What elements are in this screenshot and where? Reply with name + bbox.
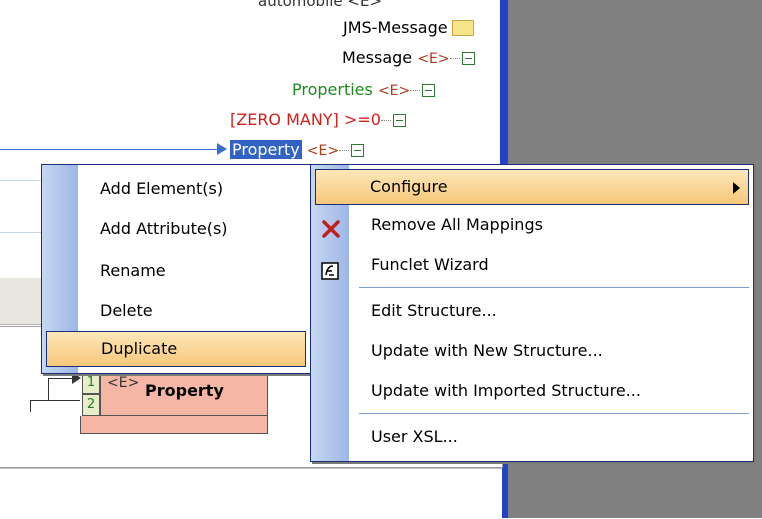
- tree-item-automobile[interactable]: automobile <E>: [258, 0, 382, 10]
- tree-item-properties[interactable]: Properties <E>: [292, 80, 436, 99]
- submenu-arrow-icon: [733, 182, 740, 194]
- menu-item-label: Update with Imported Structure...: [371, 381, 641, 400]
- menu-item-edit-structure[interactable]: Edit Structure...: [311, 291, 753, 331]
- funclet-icon: [321, 255, 339, 280]
- element-tag: <E>: [377, 83, 411, 99]
- tree-label-properties: Properties: [292, 80, 373, 99]
- menu-item-update-imported-structure[interactable]: Update with Imported Structure...: [311, 371, 753, 411]
- menu-item-duplicate[interactable]: Duplicate: [46, 331, 306, 367]
- menu-item-label: Duplicate: [101, 339, 178, 358]
- menu-item-label: Delete: [100, 301, 153, 320]
- tree-item-jms-message[interactable]: JMS-Message: [343, 18, 474, 37]
- element-tag: <E>: [417, 51, 450, 67]
- menu-item-add-elements[interactable]: Add Element(s): [42, 169, 310, 209]
- canvas-bottom-area: [0, 468, 502, 519]
- menu-item-rename[interactable]: Rename: [42, 251, 310, 291]
- collapse-icon[interactable]: [392, 114, 406, 127]
- menu-item-delete[interactable]: Delete: [42, 291, 310, 331]
- mapping-line: [0, 180, 44, 181]
- tree-label-zero-many: [ZERO MANY]: [230, 110, 339, 129]
- row-number: 1: [82, 372, 100, 394]
- context-menu-right: Configure Remove All Mappings Funclet Wi…: [310, 164, 754, 462]
- property-node-label: Property: [145, 381, 224, 400]
- menu-item-label: Add Attribute(s): [100, 219, 228, 238]
- menu-separator: [359, 287, 749, 288]
- element-tag: <E>: [107, 375, 140, 391]
- menu-item-label: Edit Structure...: [371, 301, 497, 320]
- menu-separator: [359, 413, 749, 414]
- tree-item-message[interactable]: Message <E>: [342, 48, 475, 67]
- menu-item-label: Funclet Wizard: [371, 255, 489, 274]
- property-node-footer: [80, 416, 268, 434]
- tree-label-cardinality: >=0: [343, 110, 381, 129]
- menu-item-label: Configure: [370, 177, 448, 196]
- mapping-arrow-line: [0, 149, 226, 150]
- menu-item-funclet-wizard[interactable]: Funclet Wizard: [311, 245, 753, 285]
- property-node[interactable]: <E> Property: [100, 372, 268, 416]
- connector-line: [30, 400, 80, 401]
- menu-item-label: User XSL...: [371, 427, 458, 446]
- menu-item-update-new-structure[interactable]: Update with New Structure...: [311, 331, 753, 371]
- collapse-icon[interactable]: [461, 52, 475, 65]
- menu-item-user-xsl[interactable]: User XSL...: [311, 417, 753, 457]
- menu-item-configure[interactable]: Configure: [315, 169, 749, 205]
- menu-item-add-attributes[interactable]: Add Attribute(s): [42, 209, 310, 249]
- menu-item-label: Rename: [100, 261, 166, 280]
- collapse-icon[interactable]: [422, 84, 436, 97]
- red-x-icon: [321, 214, 341, 238]
- connector-line: [30, 400, 31, 412]
- menu-item-label: Add Element(s): [100, 179, 224, 198]
- row-number: 2: [82, 394, 100, 416]
- menu-item-label: Remove All Mappings: [371, 215, 543, 234]
- tree-item-zero-many[interactable]: [ZERO MANY] >=0: [230, 110, 406, 129]
- menu-item-remove-all-mappings[interactable]: Remove All Mappings: [311, 205, 753, 245]
- tree-label-jms-message: JMS-Message: [343, 18, 448, 37]
- connector-line: [48, 378, 49, 400]
- folder-icon: [451, 19, 474, 36]
- context-menu-left: Add Element(s) Add Attribute(s) Rename D…: [41, 164, 311, 374]
- tree-item-property[interactable]: Property <E>: [230, 140, 365, 159]
- mapping-line: [0, 232, 44, 233]
- arrow-head-icon: [217, 143, 227, 155]
- element-tag: <E>: [306, 143, 340, 159]
- collapse-icon[interactable]: [351, 144, 365, 157]
- tree-label-property: Property: [230, 140, 302, 159]
- menu-item-label: Update with New Structure...: [371, 341, 603, 360]
- tree-label-message: Message: [342, 48, 413, 67]
